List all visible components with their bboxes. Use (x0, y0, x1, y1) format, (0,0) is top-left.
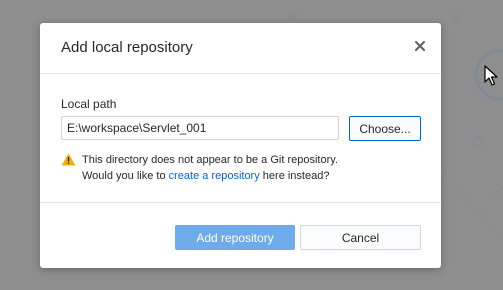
bg-dashed-line (444, 174, 503, 236)
cancel-button[interactable]: Cancel (300, 225, 421, 250)
close-icon (415, 41, 425, 51)
local-path-input[interactable] (61, 116, 339, 140)
warning-line-2-prefix: Would you like to (82, 170, 169, 182)
close-button[interactable] (411, 37, 429, 55)
warning-line-1: This directory does not appear to be a G… (82, 154, 338, 166)
add-repository-button[interactable]: Add repository (175, 225, 295, 250)
bg-diamond-icon (469, 134, 485, 150)
bg-stroke (494, 186, 503, 196)
create-repository-link[interactable]: create a repository (169, 170, 260, 182)
not-a-repository-warning: This directory does not appear to be a G… (82, 152, 422, 184)
warning-line-2-suffix: here instead? (259, 170, 330, 182)
bg-circle-icon (452, 13, 460, 21)
add-local-repository-dialog: Add local repository Local path Choose..… (40, 23, 441, 268)
mouse-cursor-icon (484, 65, 498, 86)
choose-button[interactable]: Choose... (349, 116, 421, 141)
local-path-label: Local path (61, 97, 117, 111)
bg-x-mark-icon (288, 12, 298, 22)
dialog-title: Add local repository (61, 39, 193, 56)
warning-icon (61, 153, 76, 166)
dialog-body: Local path Choose... This directory does… (40, 74, 441, 203)
warning-line-2: Would you like to create a repository he… (82, 168, 422, 184)
dialog-header: Add local repository (40, 23, 441, 74)
